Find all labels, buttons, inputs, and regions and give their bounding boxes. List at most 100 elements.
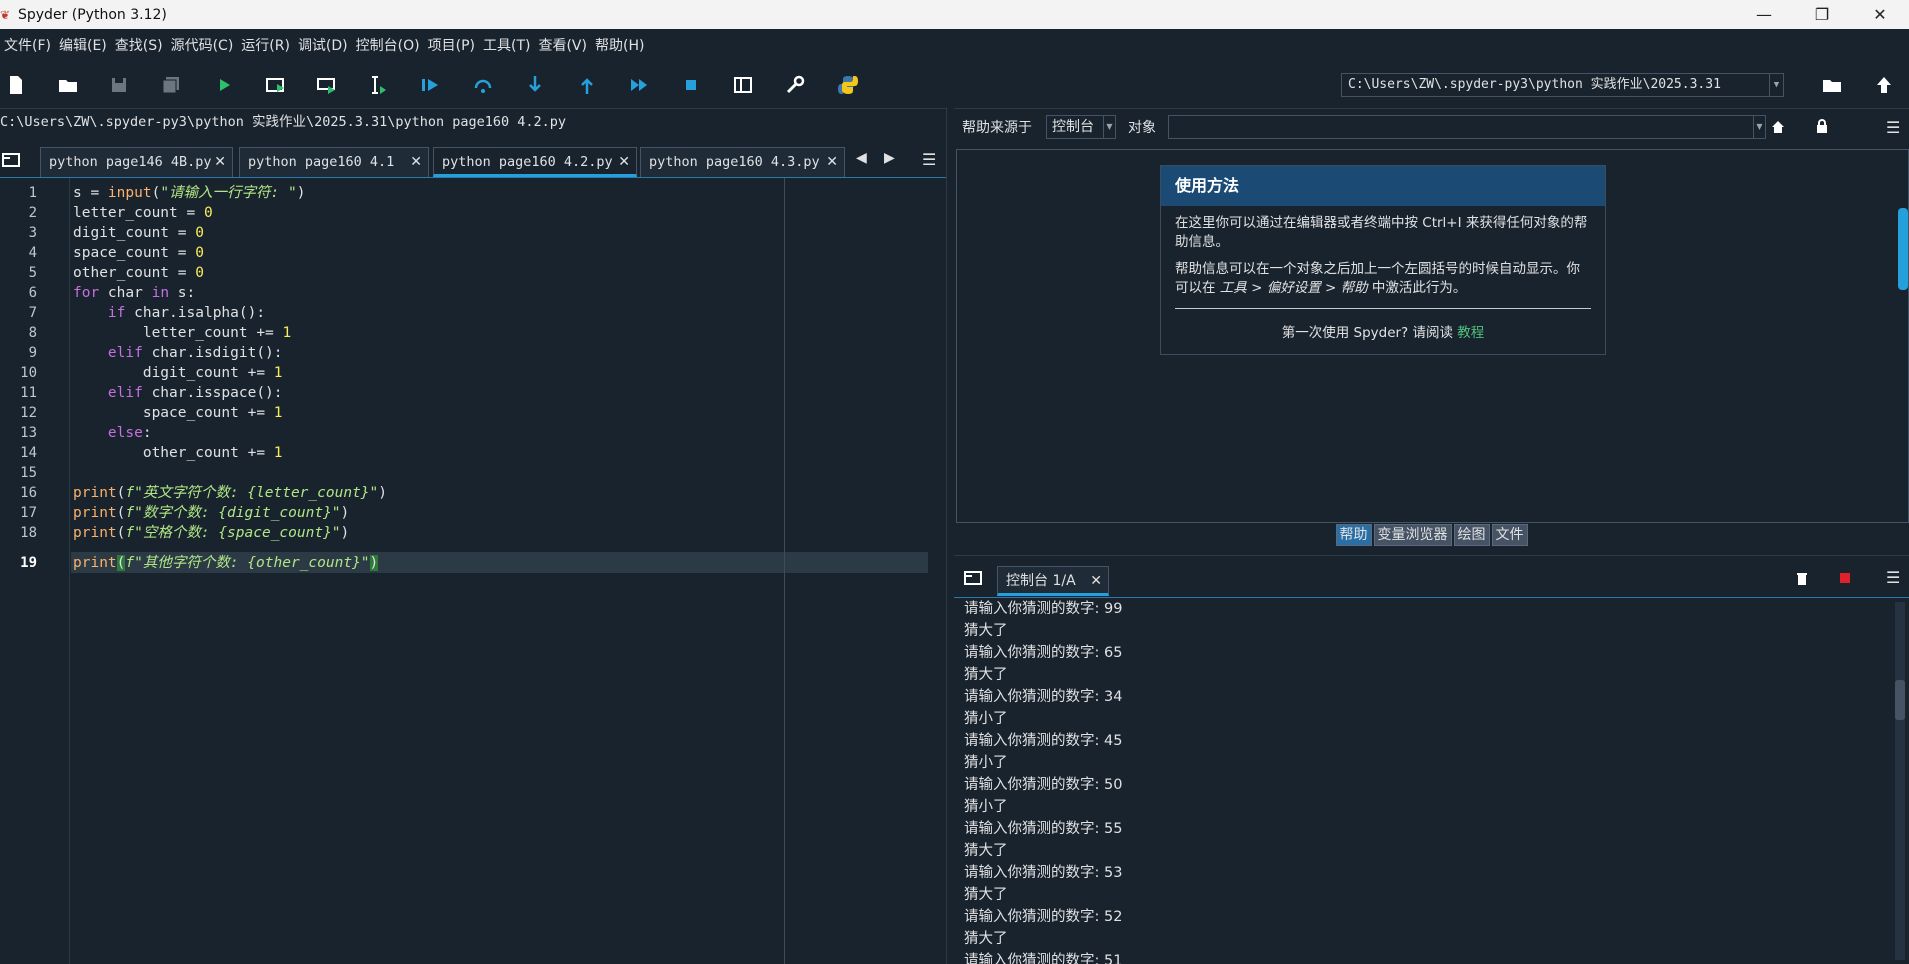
- help-source-label: 帮助来源于: [962, 120, 1032, 136]
- parent-dir-button[interactable]: [1870, 71, 1898, 99]
- run-button[interactable]: [210, 71, 238, 99]
- browse-tabs-icon[interactable]: [2, 152, 20, 168]
- line-number: 7: [28, 305, 37, 321]
- console-options-menu-icon[interactable]: ☰: [1886, 568, 1900, 587]
- usage-pref-path: 工具 > 偏好设置 > 帮助: [1219, 280, 1368, 296]
- tab-label: python page160 4.2.py: [442, 154, 613, 170]
- editor-scrollbar[interactable]: [930, 178, 946, 964]
- preferences-wrench-icon: [786, 75, 805, 94]
- run-selection-button[interactable]: [364, 71, 392, 99]
- scroll-tabs-left-icon[interactable]: ◀: [856, 150, 867, 166]
- tab-variable-explorer[interactable]: 变量浏览器: [1373, 524, 1452, 546]
- code-line: letter_count = 0: [73, 205, 213, 221]
- stop-debug-button[interactable]: [677, 71, 705, 99]
- ipython-console[interactable]: 请输入你猜测的数字: 99 猜大了 请输入你猜测的数字: 65 猜大了 请输入你…: [954, 598, 1909, 964]
- console-line: 猜大了: [964, 931, 1008, 947]
- object-label: 对象: [1128, 120, 1156, 136]
- tab-python-page160-4-1[interactable]: python page160 4.1 ✕: [239, 147, 429, 177]
- stop-icon: [686, 80, 696, 90]
- clear-console-icon[interactable]: [1796, 572, 1808, 586]
- tab-files[interactable]: 文件: [1491, 524, 1528, 546]
- menu-file[interactable]: 文件(F): [0, 35, 55, 55]
- console-line: 猜小了: [964, 799, 1008, 815]
- console-line: 请输入你猜测的数字: 55: [964, 821, 1123, 837]
- menu-consoles[interactable]: 控制台(O): [352, 35, 424, 55]
- menu-source[interactable]: 源代码(C): [167, 35, 238, 55]
- working-directory-combo[interactable]: C:\Users\ZW\.spyder-py3\python 实践作业\2025…: [1341, 73, 1784, 97]
- browse-dir-icon: [1823, 80, 1841, 92]
- save-button[interactable]: [105, 71, 133, 99]
- help-options-menu-icon[interactable]: ☰: [1886, 118, 1900, 137]
- restore-button[interactable]: ❐: [1793, 0, 1851, 29]
- step-return-button[interactable]: [573, 71, 601, 99]
- step-button[interactable]: [469, 71, 497, 99]
- code-line: print(f"英文字符个数: {letter_count}"): [73, 485, 387, 501]
- chevron-down-icon: ▼: [1753, 116, 1765, 138]
- chevron-down-icon[interactable]: ▼: [1769, 74, 1783, 96]
- console-scrollbar-thumb[interactable]: [1895, 680, 1905, 720]
- usage-paragraph-1: 在这里你可以通过在编辑器或者终端中按 Ctrl+I 来获得任何对象的帮助信息。: [1175, 215, 1588, 250]
- line-number: 15: [20, 465, 37, 481]
- usage-box: 使用方法 在这里你可以通过在编辑器或者终端中按 Ctrl+I 来获得任何对象的帮…: [1160, 165, 1606, 355]
- pane-splitter[interactable]: [946, 107, 954, 964]
- code-editor[interactable]: 1 2 3 4 5 6 7 8 9 10 11 12 13 14 15 16 1…: [0, 177, 946, 964]
- close-tab-icon[interactable]: ✕: [1090, 567, 1102, 595]
- close-tab-icon[interactable]: ✕: [214, 148, 226, 176]
- minimize-button[interactable]: —: [1735, 0, 1793, 29]
- browse-tabs-icon[interactable]: [964, 570, 982, 586]
- console-line: 猜小了: [964, 711, 1008, 727]
- line-number: 6: [28, 285, 37, 301]
- preferences-button[interactable]: [781, 71, 809, 99]
- line-number: 12: [20, 405, 37, 421]
- continue-button[interactable]: [625, 71, 653, 99]
- menu-run[interactable]: 运行(R): [237, 35, 294, 55]
- menu-debug[interactable]: 调试(D): [294, 35, 352, 55]
- edge-line: [784, 178, 785, 964]
- close-tab-icon[interactable]: ✕: [410, 148, 422, 176]
- tab-label: python page160 4.1: [248, 154, 395, 170]
- editor-options-menu-icon[interactable]: ☰: [922, 150, 936, 169]
- run-cell-advance-button[interactable]: [313, 71, 341, 99]
- maximize-pane-button[interactable]: [729, 71, 757, 99]
- scroll-tabs-right-icon[interactable]: ▶: [884, 150, 895, 166]
- menu-search[interactable]: 查找(S): [111, 35, 167, 55]
- tutorial-link[interactable]: 教程: [1457, 325, 1484, 341]
- usage-paragraph-2: 帮助信息可以在一个对象之后加上一个左圆括号的时候自动显示。你可以在 工具 > 偏…: [1175, 260, 1591, 298]
- object-combo[interactable]: ▼: [1168, 115, 1766, 139]
- stop-kernel-icon[interactable]: [1840, 573, 1850, 583]
- line-number: 9: [28, 345, 37, 361]
- lock-icon[interactable]: [1816, 119, 1828, 134]
- tab-python-page160-4-3[interactable]: python page160 4.3.py ✕: [640, 147, 845, 177]
- run-selection-icon: [372, 76, 386, 94]
- close-button[interactable]: ✕: [1851, 0, 1909, 29]
- save-all-button[interactable]: [157, 71, 185, 99]
- tab-help[interactable]: 帮助: [1335, 524, 1372, 546]
- browse-working-dir-button[interactable]: [1818, 71, 1846, 99]
- menu-projects[interactable]: 项目(P): [424, 35, 479, 55]
- console-scrollbar[interactable]: [1895, 602, 1905, 960]
- tab-plots[interactable]: 绘图: [1453, 524, 1490, 546]
- menu-help[interactable]: 帮助(H): [591, 35, 648, 55]
- menu-tools[interactable]: 工具(T): [479, 35, 534, 55]
- menu-view[interactable]: 查看(V): [534, 35, 591, 55]
- debug-button[interactable]: [416, 71, 444, 99]
- run-cell-button[interactable]: [262, 71, 290, 99]
- close-tab-icon[interactable]: ✕: [618, 148, 630, 174]
- help-source-combo[interactable]: 控制台 ▼: [1046, 115, 1116, 139]
- python-path-icon: [838, 76, 858, 94]
- open-file-button[interactable]: [54, 71, 82, 99]
- step-into-button[interactable]: [521, 71, 549, 99]
- menu-edit[interactable]: 编辑(E): [55, 35, 111, 55]
- horizontal-splitter[interactable]: [954, 546, 1909, 556]
- home-icon[interactable]: [1771, 120, 1785, 134]
- close-tab-icon[interactable]: ✕: [826, 148, 838, 176]
- new-file-button[interactable]: [2, 71, 30, 99]
- usage-footer: 第一次使用 Spyder? 请阅读 教程: [1161, 321, 1605, 341]
- help-scrollbar[interactable]: [1898, 208, 1908, 290]
- tab-python-page160-4-2[interactable]: python page160 4.2.py ✕: [433, 147, 637, 177]
- python-path-button[interactable]: [834, 71, 862, 99]
- code-line: else:: [107, 425, 152, 441]
- tab-python-page146[interactable]: python page146 4B.py ✕: [40, 147, 233, 177]
- tab-console-1a[interactable]: 控制台 1/A ✕: [997, 566, 1109, 596]
- editor-tab-bar: python page146 4B.py ✕ python page160 4.1…: [0, 144, 946, 177]
